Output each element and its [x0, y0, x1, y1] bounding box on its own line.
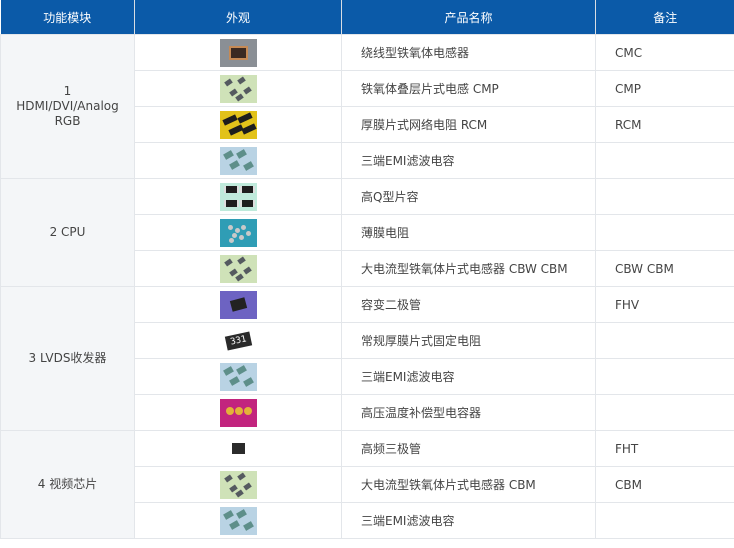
high-q-capacitor-icon: [219, 182, 257, 211]
table-row: 3 LVDS收发器 容变二极管 FHV: [0, 286, 734, 431]
product-note: [595, 394, 734, 431]
product-note: FHV: [595, 286, 734, 323]
product-note: CMC: [595, 34, 734, 71]
thin-film-resistor-icon: [219, 218, 257, 247]
product-name: 厚膜片式网络电阻 RCM: [341, 106, 596, 143]
product-name: 三端EMI滤波电容: [341, 358, 596, 395]
product-note: CBW CBM: [595, 250, 734, 287]
resistor-network-icon: [219, 110, 257, 139]
hv-capacitor-icon: [219, 398, 257, 427]
product-name: 三端EMI滤波电容: [341, 142, 596, 179]
product-note: RCM: [595, 106, 734, 143]
table-header-row: 功能模块 外观 产品名称 备注: [0, 0, 734, 35]
module-cell: 3 LVDS收发器: [0, 286, 135, 431]
header-module: 功能模块: [0, 0, 135, 35]
product-name: 高Q型片容: [341, 178, 596, 215]
product-note: [595, 178, 734, 215]
product-note: [595, 502, 734, 539]
chip-inductor-icon: [219, 74, 257, 103]
product-name: 三端EMI滤波电容: [341, 502, 596, 539]
header-product-name: 产品名称: [341, 0, 596, 35]
product-name: 高频三极管: [341, 430, 596, 467]
chip-inductor-icon: [219, 254, 257, 283]
product-note: CBM: [595, 466, 734, 503]
module-cell: 1 HDMI/DVI/Analog RGB: [0, 34, 135, 179]
product-note: [595, 322, 734, 359]
product-name: 铁氧体叠层片式电感 CMP: [341, 70, 596, 107]
product-name: 大电流型铁氧体片式电感器 CBM: [341, 466, 596, 503]
emi-filter-capacitor-icon: [219, 506, 257, 535]
product-name: 容变二极管: [341, 286, 596, 323]
table-row: 2 CPU 高Q型片容: [0, 178, 734, 287]
table-row: 4 视频芯片 高频三极管 FHT: [0, 430, 734, 539]
common-mode-choke-icon: [219, 38, 257, 67]
product-name: 绕线型铁氧体电感器: [341, 34, 596, 71]
emi-filter-capacitor-icon: [219, 146, 257, 175]
header-image: 外观: [134, 0, 342, 35]
product-note: FHT: [595, 430, 734, 467]
product-name: 大电流型铁氧体片式电感器 CBW CBM: [341, 250, 596, 287]
chip-inductor-icon: [219, 470, 257, 499]
varactor-diode-icon: [219, 290, 257, 319]
module-cell: 2 CPU: [0, 178, 135, 287]
table-row: 1 HDMI/DVI/Analog RGB 绕线型铁氧体电感器 CMC: [0, 34, 734, 179]
emi-filter-capacitor-icon: [219, 362, 257, 391]
chip-resistor-icon: [219, 326, 257, 355]
product-name: 高压温度补偿型电容器: [341, 394, 596, 431]
transistor-icon: [219, 434, 257, 463]
product-note: [595, 214, 734, 251]
product-note: CMP: [595, 70, 734, 107]
header-note: 备注: [595, 0, 734, 35]
product-name: 薄膜电阻: [341, 214, 596, 251]
product-note: [595, 358, 734, 395]
product-note: [595, 142, 734, 179]
module-cell: 4 视频芯片: [0, 430, 135, 539]
product-table: 功能模块 外观 产品名称 备注 1 HDMI/DVI/Analog RGB 绕线…: [0, 0, 734, 539]
product-name: 常规厚膜片式固定电阻: [341, 322, 596, 359]
